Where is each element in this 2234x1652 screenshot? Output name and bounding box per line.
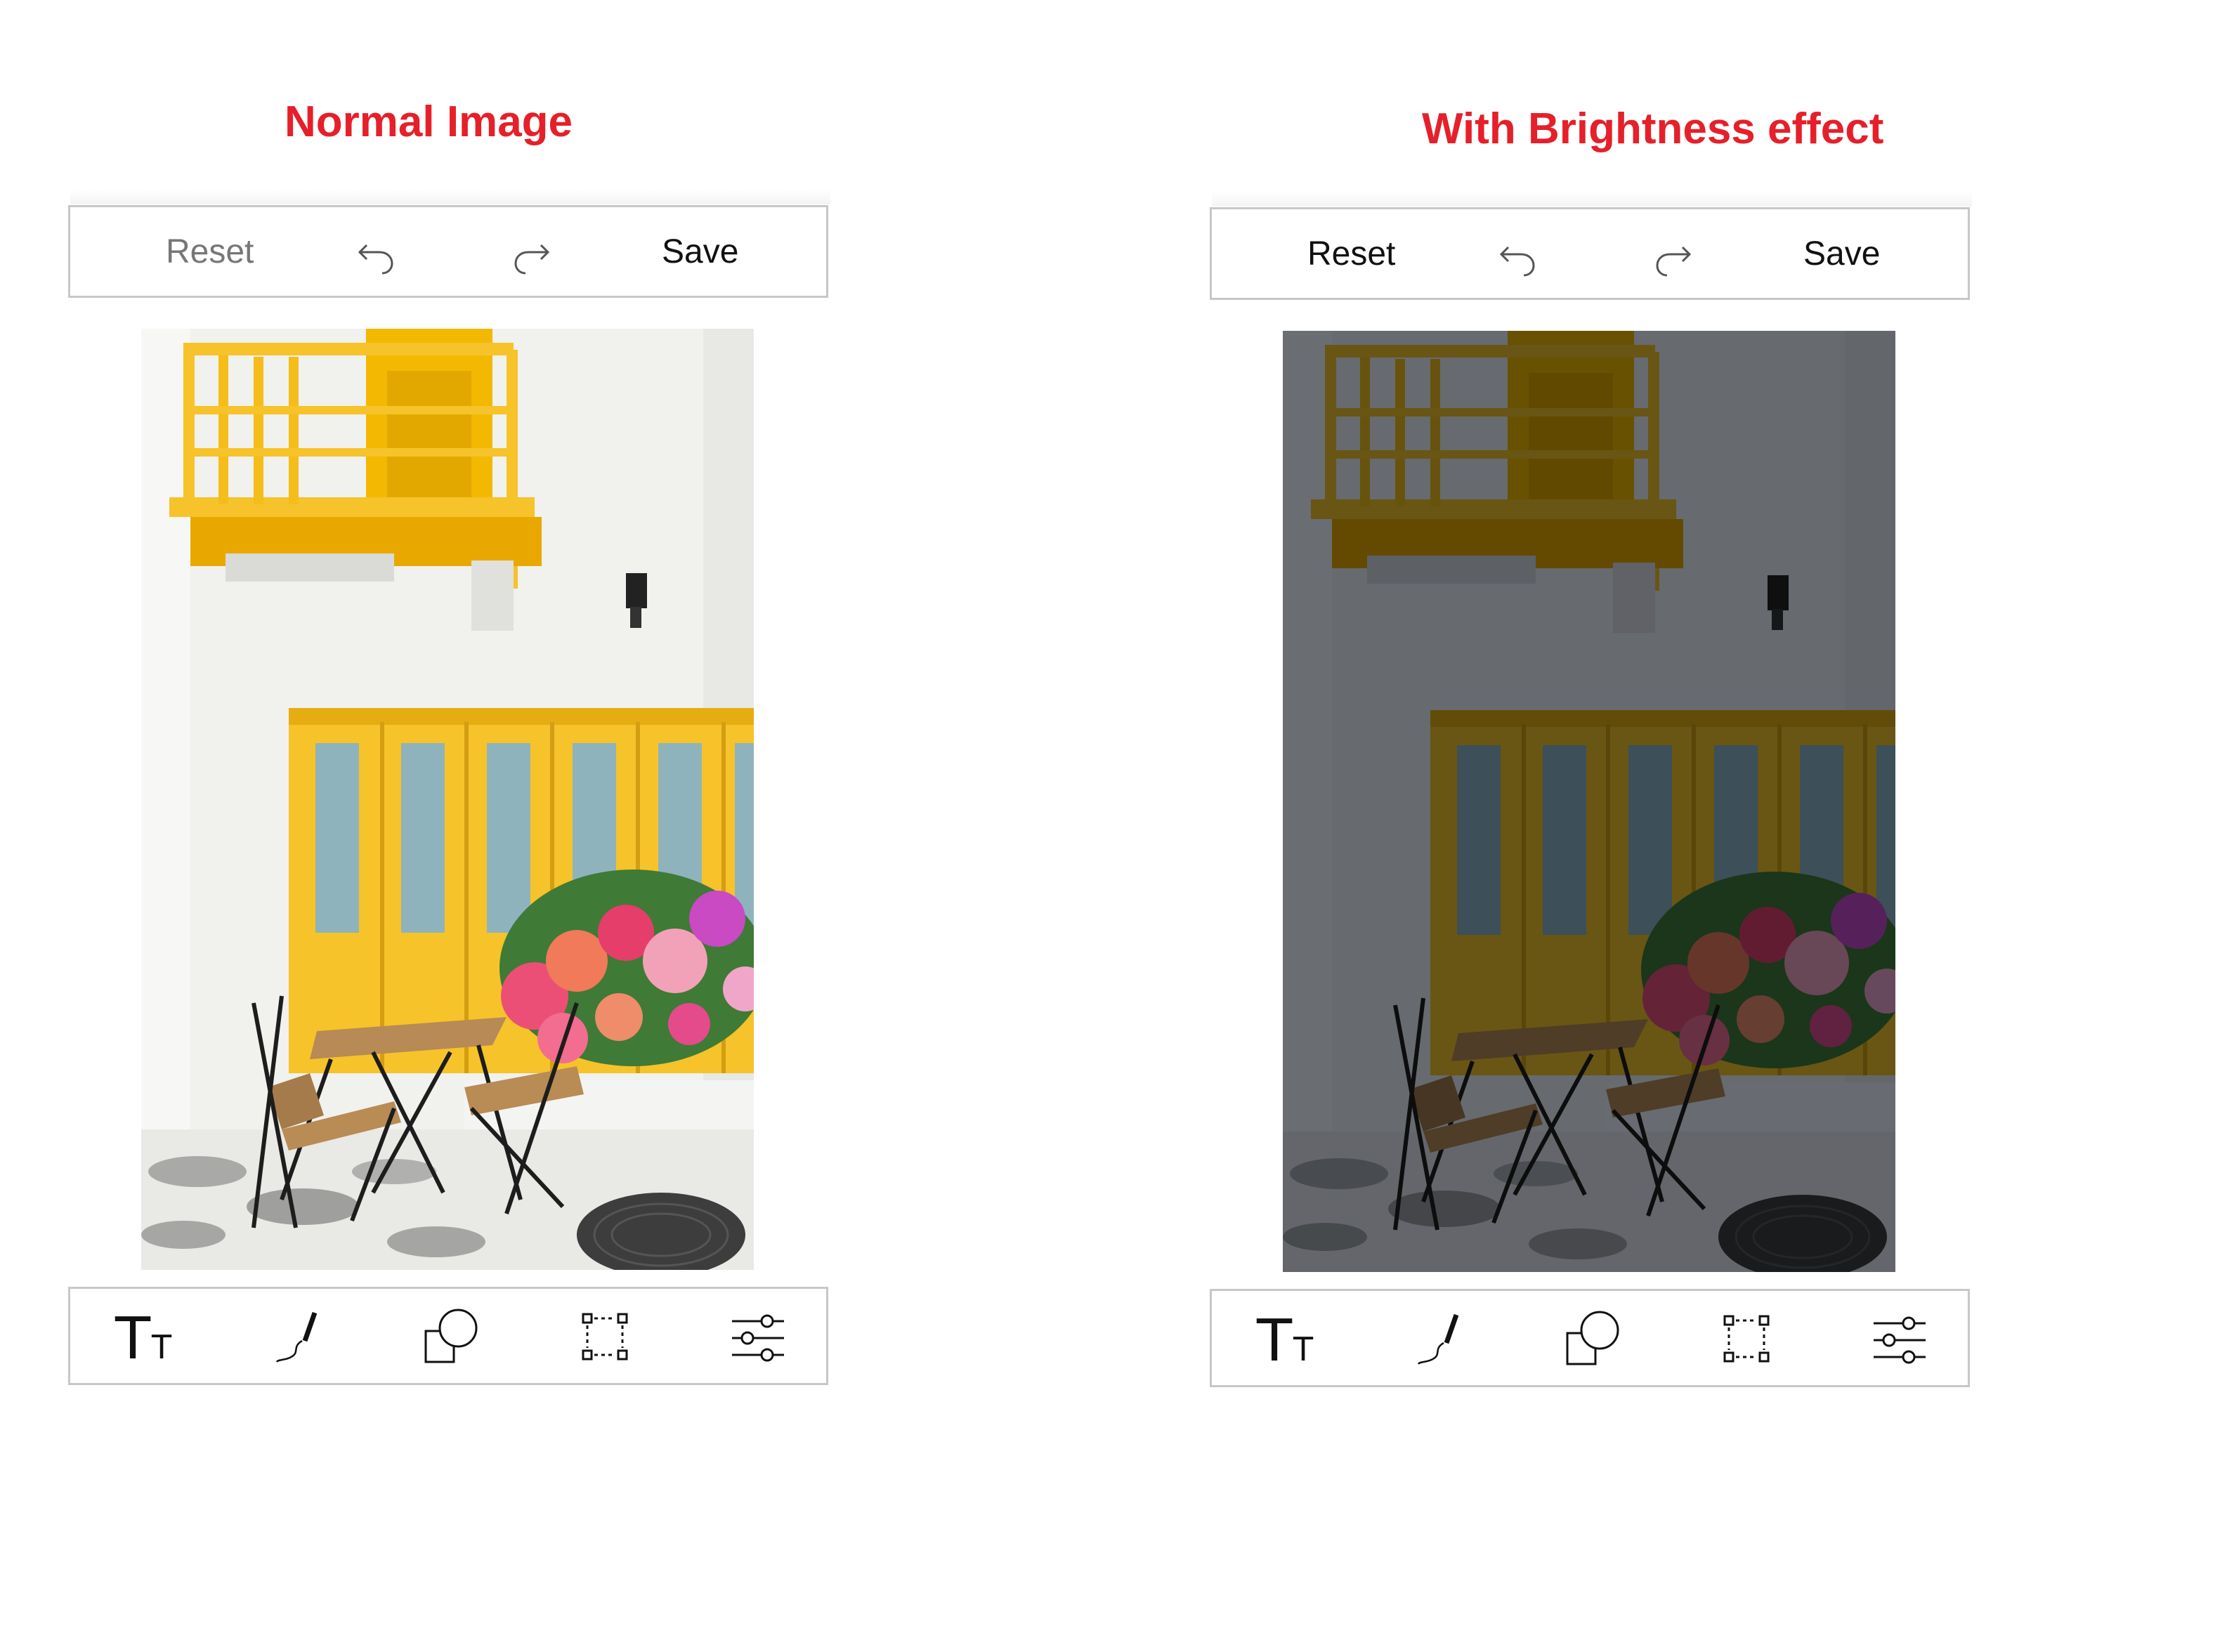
draw-pen-icon[interactable] [1413, 1309, 1473, 1370]
editor-panel-brightness: Reset Save T T [1210, 191, 1972, 1401]
text-tool-icon[interactable]: T T [115, 1306, 185, 1372]
caption-brightness-effect: With Brightness effect [1422, 105, 1884, 153]
undo-icon[interactable] [355, 232, 398, 275]
text-tool-glyph-large: T [1257, 1308, 1293, 1375]
editor-panel-normal: Reset Save T T [68, 189, 830, 1399]
edited-photo-darkened [1283, 331, 1895, 1272]
save-button[interactable]: Save [662, 232, 738, 271]
toolbar-edge [1212, 191, 1972, 206]
photo-scene [141, 329, 754, 1270]
toolbar-edge [70, 189, 830, 204]
caption-normal-image: Normal Image [285, 98, 573, 146]
redo-icon[interactable] [510, 232, 552, 275]
text-tool-glyph-small: T [1293, 1330, 1314, 1368]
editor-bottom-toolbar: T T [68, 1287, 828, 1385]
edited-photo [141, 329, 754, 1270]
editor-top-toolbar: Reset Save [68, 189, 830, 298]
editor-top-toolbar: Reset Save [1210, 191, 1972, 300]
crop-icon[interactable] [1718, 1309, 1778, 1370]
text-tool-glyph-large: T [115, 1306, 151, 1372]
photo-scene [1283, 331, 1895, 1272]
reset-button[interactable]: Reset [166, 232, 254, 271]
crop-icon[interactable] [576, 1307, 636, 1368]
redo-icon[interactable] [1652, 235, 1694, 277]
adjust-sliders-icon[interactable] [1869, 1309, 1930, 1370]
editor-bottom-toolbar: T T [1210, 1289, 1970, 1387]
draw-pen-icon[interactable] [271, 1307, 332, 1368]
shapes-icon[interactable] [1563, 1309, 1624, 1370]
reset-button[interactable]: Reset [1307, 235, 1395, 273]
adjust-sliders-icon[interactable] [728, 1307, 788, 1368]
shapes-icon[interactable] [422, 1307, 482, 1368]
text-tool-icon[interactable]: T T [1257, 1308, 1327, 1375]
text-tool-glyph-small: T [152, 1328, 172, 1366]
save-button[interactable]: Save [1803, 235, 1880, 273]
undo-icon[interactable] [1497, 235, 1539, 277]
